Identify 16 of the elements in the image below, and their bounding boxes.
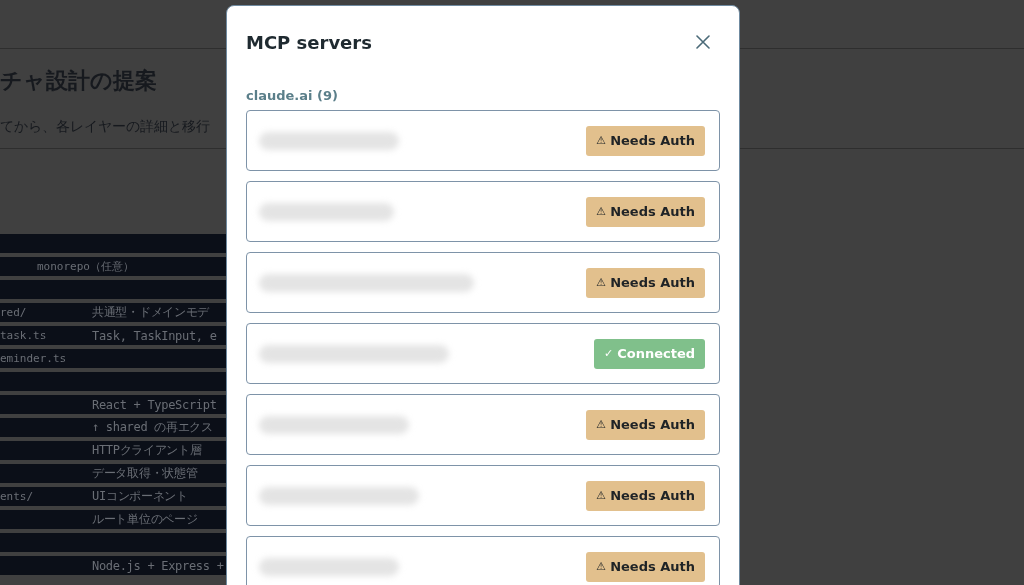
section-label: claude.ai (9) [246,88,339,105]
server-row[interactable]: ⚠ Needs Auth [246,252,720,313]
status-badge: ⚠ Needs Auth [586,409,705,440]
status-badge: ✓ Connected [593,338,705,369]
server-row[interactable]: ⚠ Needs Auth [246,181,720,242]
status-badge: ⚠ Needs Auth [586,267,705,298]
server-row[interactable]: ⚠ Needs Auth [246,394,720,455]
status-badge: ⚠ Needs Auth [586,125,705,156]
status-badge: ⚠ Needs Auth [586,196,705,227]
status-badge: ⚠ Needs Auth [586,551,705,582]
server-row[interactable]: ⚠ Needs Auth [246,465,720,526]
server-row[interactable]: ⚠ Needs Auth [246,110,720,171]
close-icon[interactable] [696,35,710,49]
dialog-title: MCP servers [246,31,372,53]
server-row[interactable]: ⚠ Needs Auth [246,536,720,585]
status-badge: ⚠ Needs Auth [586,480,705,511]
